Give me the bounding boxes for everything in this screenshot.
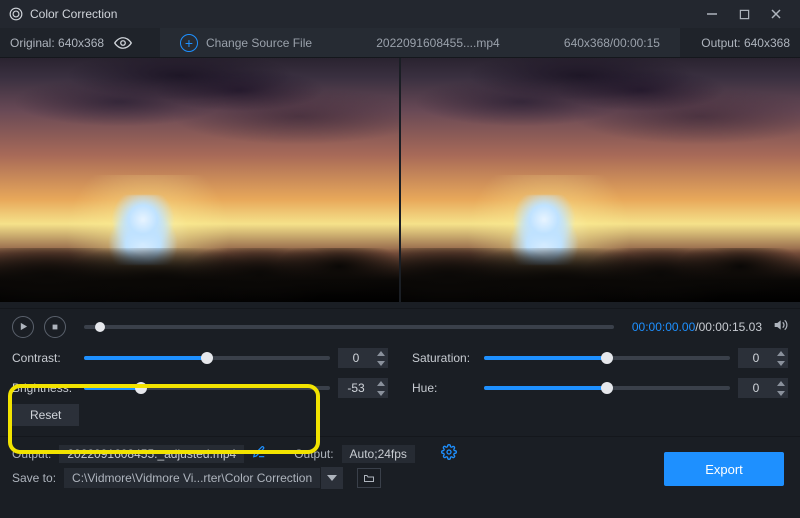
close-button[interactable] [760, 0, 792, 28]
playback-bar: 00:00:00.00/00:00:15.03 [0, 308, 800, 344]
saturation-step-down[interactable] [774, 358, 788, 368]
plus-icon: + [180, 34, 198, 52]
contrast-thumb[interactable] [201, 352, 213, 364]
brightness-step-up[interactable] [374, 378, 388, 388]
contrast-slider[interactable] [84, 356, 330, 360]
original-label: Original: [10, 36, 55, 50]
brightness-label: Brightness: [12, 381, 76, 395]
info-toolbar: Original: 640x368 + Change Source File 2… [0, 28, 800, 58]
saturation-fill [484, 356, 607, 360]
saturation-row: Saturation: 0 [412, 348, 788, 368]
maximize-button[interactable] [728, 0, 760, 28]
open-folder-button[interactable] [357, 468, 381, 488]
play-button[interactable] [12, 316, 34, 338]
brightness-value-box[interactable]: -53 [338, 378, 388, 398]
source-filename: 2022091608455....mp4 [376, 36, 499, 50]
output-settings-icon[interactable] [441, 444, 457, 463]
timeline-thumb[interactable] [95, 322, 105, 332]
saturation-value: 0 [738, 351, 774, 365]
timecode: 00:00:00.00/00:00:15.03 [632, 320, 762, 334]
total-time: 00:00:15.03 [699, 320, 762, 334]
color-correction-panel: Contrast: 0 Saturation: 0 Bright [0, 344, 800, 426]
preview-original [0, 58, 399, 302]
save-to-label: Save to: [12, 471, 56, 485]
saturation-slider[interactable] [484, 356, 730, 360]
preview-output [399, 58, 800, 302]
contrast-step-up[interactable] [374, 348, 388, 358]
change-source-button[interactable]: + Change Source File [180, 34, 312, 52]
output-encoding-label: Output: [294, 447, 333, 461]
hue-slider[interactable] [484, 386, 730, 390]
brightness-fill [84, 386, 141, 390]
edit-output-name-icon[interactable] [252, 445, 266, 462]
contrast-value-box[interactable]: 0 [338, 348, 388, 368]
source-meta: 640x368/00:00:15 [564, 36, 660, 50]
contrast-row: Contrast: 0 [12, 348, 388, 368]
hue-step-down[interactable] [774, 388, 788, 398]
contrast-step-down[interactable] [374, 358, 388, 368]
saturation-value-box[interactable]: 0 [738, 348, 788, 368]
timeline-track[interactable] [84, 325, 614, 329]
brightness-thumb[interactable] [135, 382, 147, 394]
contrast-fill [84, 356, 207, 360]
contrast-label: Contrast: [12, 351, 76, 365]
original-dims: 640x368 [58, 36, 104, 50]
current-time: 00:00:00.00 [632, 320, 695, 334]
hue-fill [484, 386, 607, 390]
output-file-label: Output: [12, 447, 51, 461]
hue-row: Hue: 0 [412, 378, 788, 398]
preview-area [0, 58, 800, 302]
saturation-thumb[interactable] [601, 352, 613, 364]
contrast-value: 0 [338, 351, 374, 365]
hue-value-box[interactable]: 0 [738, 378, 788, 398]
preview-toggle-icon[interactable] [114, 34, 132, 52]
export-button[interactable]: Export [664, 452, 784, 486]
brightness-slider[interactable] [84, 386, 330, 390]
titlebar: Color Correction [0, 0, 800, 28]
save-path-combo[interactable]: C:\Vidmore\Vidmore Vi...rter\Color Corre… [64, 467, 343, 489]
window-title: Color Correction [30, 7, 117, 21]
app-icon [8, 6, 24, 22]
output-filename: 2022091608455._adjusted.mp4 [59, 445, 244, 463]
saturation-step-up[interactable] [774, 348, 788, 358]
change-source-label: Change Source File [206, 36, 312, 50]
hue-step-up[interactable] [774, 378, 788, 388]
stop-button[interactable] [44, 316, 66, 338]
brightness-row: Brightness: -53 [12, 378, 388, 398]
minimize-button[interactable] [696, 0, 728, 28]
brightness-value: -53 [338, 381, 374, 395]
output-label: Output: [701, 36, 740, 50]
volume-icon[interactable] [772, 317, 788, 336]
hue-value: 0 [738, 381, 774, 395]
save-path-dropdown-icon[interactable] [321, 467, 343, 489]
hue-label: Hue: [412, 381, 476, 395]
reset-button[interactable]: Reset [12, 404, 79, 426]
output-dims: 640x368 [744, 36, 790, 50]
brightness-step-down[interactable] [374, 388, 388, 398]
saturation-label: Saturation: [412, 351, 476, 365]
save-path: C:\Vidmore\Vidmore Vi...rter\Color Corre… [64, 468, 320, 488]
hue-thumb[interactable] [601, 382, 613, 394]
output-encoding: Auto;24fps [342, 445, 415, 463]
